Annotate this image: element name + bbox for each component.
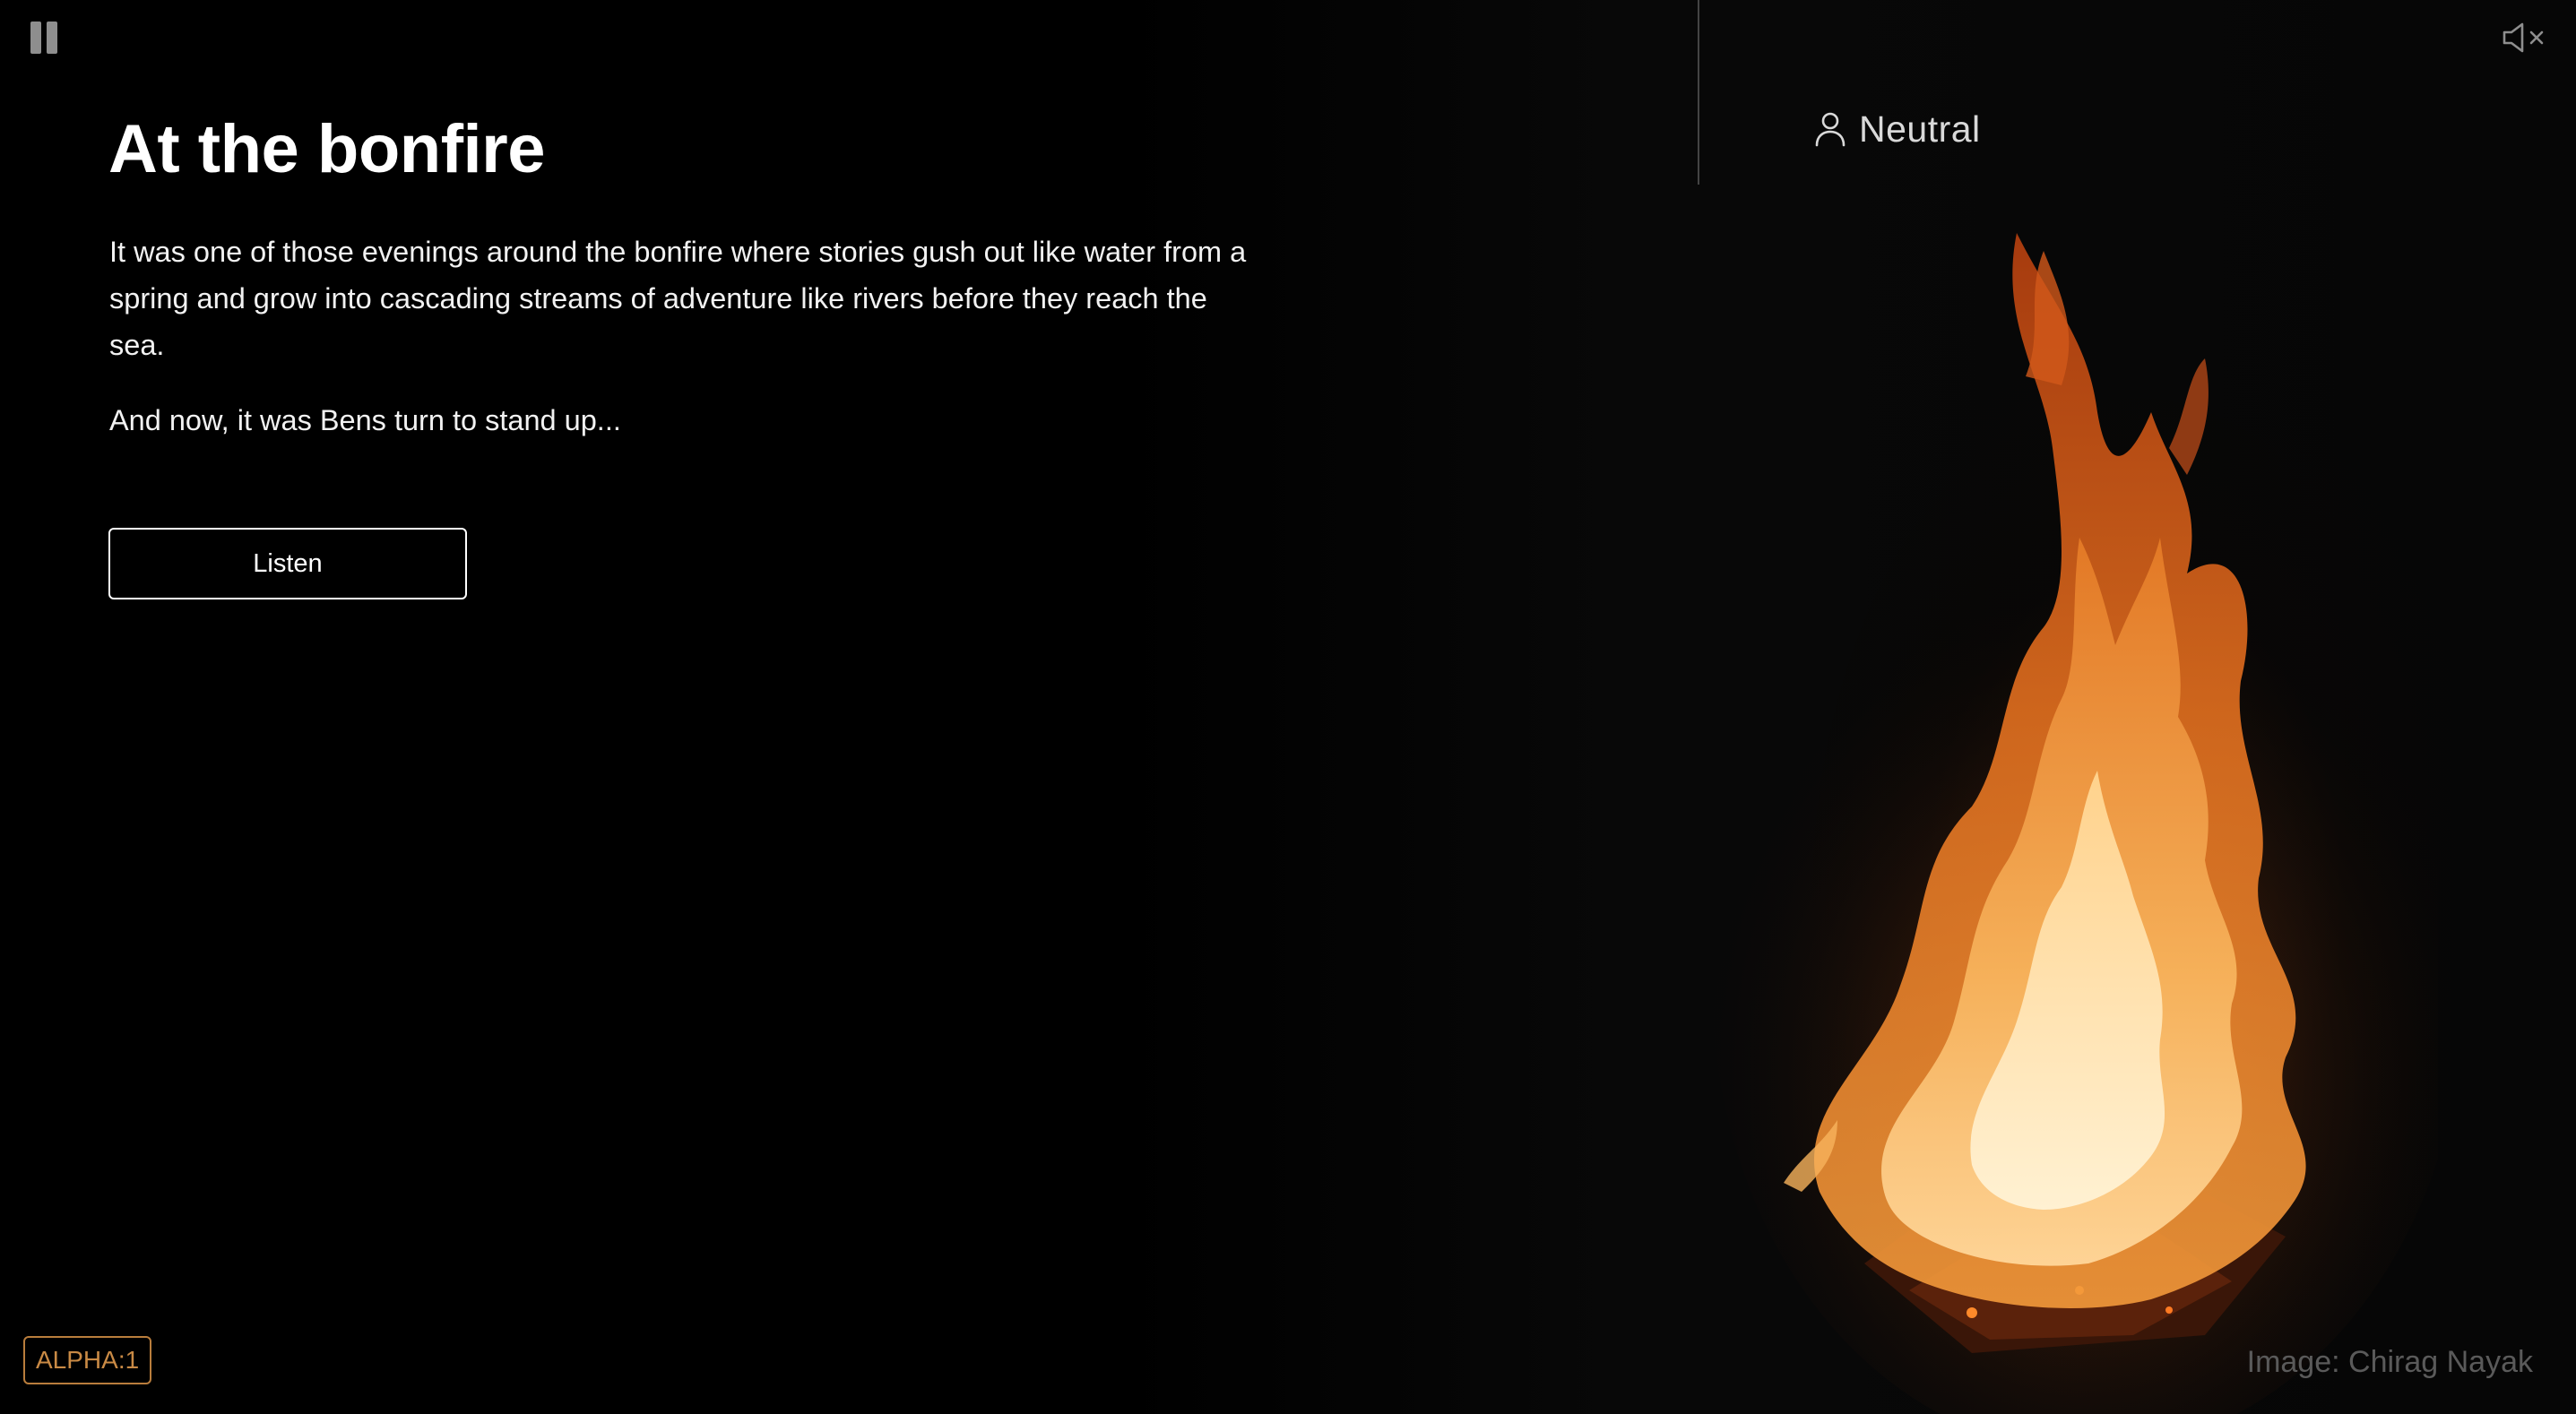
story-paragraph: It was one of those evenings around the … [109, 236, 1247, 361]
story-title: At the bonfire [108, 111, 545, 187]
bonfire-image [1703, 179, 2438, 1414]
image-credit: Image: Chirag Nayak [2246, 1345, 2533, 1379]
character-selector[interactable]: Neutral [1814, 104, 1981, 154]
story-screen: Neutral At the bonfire It was one of tho… [0, 0, 2576, 1414]
listen-button[interactable]: Listen [108, 528, 467, 599]
pause-bar-left [30, 22, 41, 54]
pause-bar-right [47, 22, 57, 54]
person-icon [1815, 112, 1846, 147]
character-label: Neutral [1859, 108, 1981, 150]
version-badge: ALPHA:1 [23, 1336, 152, 1384]
pause-icon[interactable] [29, 22, 59, 54]
story-paragraph: And now, it was Bens turn to stand up... [109, 404, 621, 436]
vertical-divider [1698, 0, 1699, 185]
speaker-muted-icon[interactable] [2501, 22, 2549, 54]
